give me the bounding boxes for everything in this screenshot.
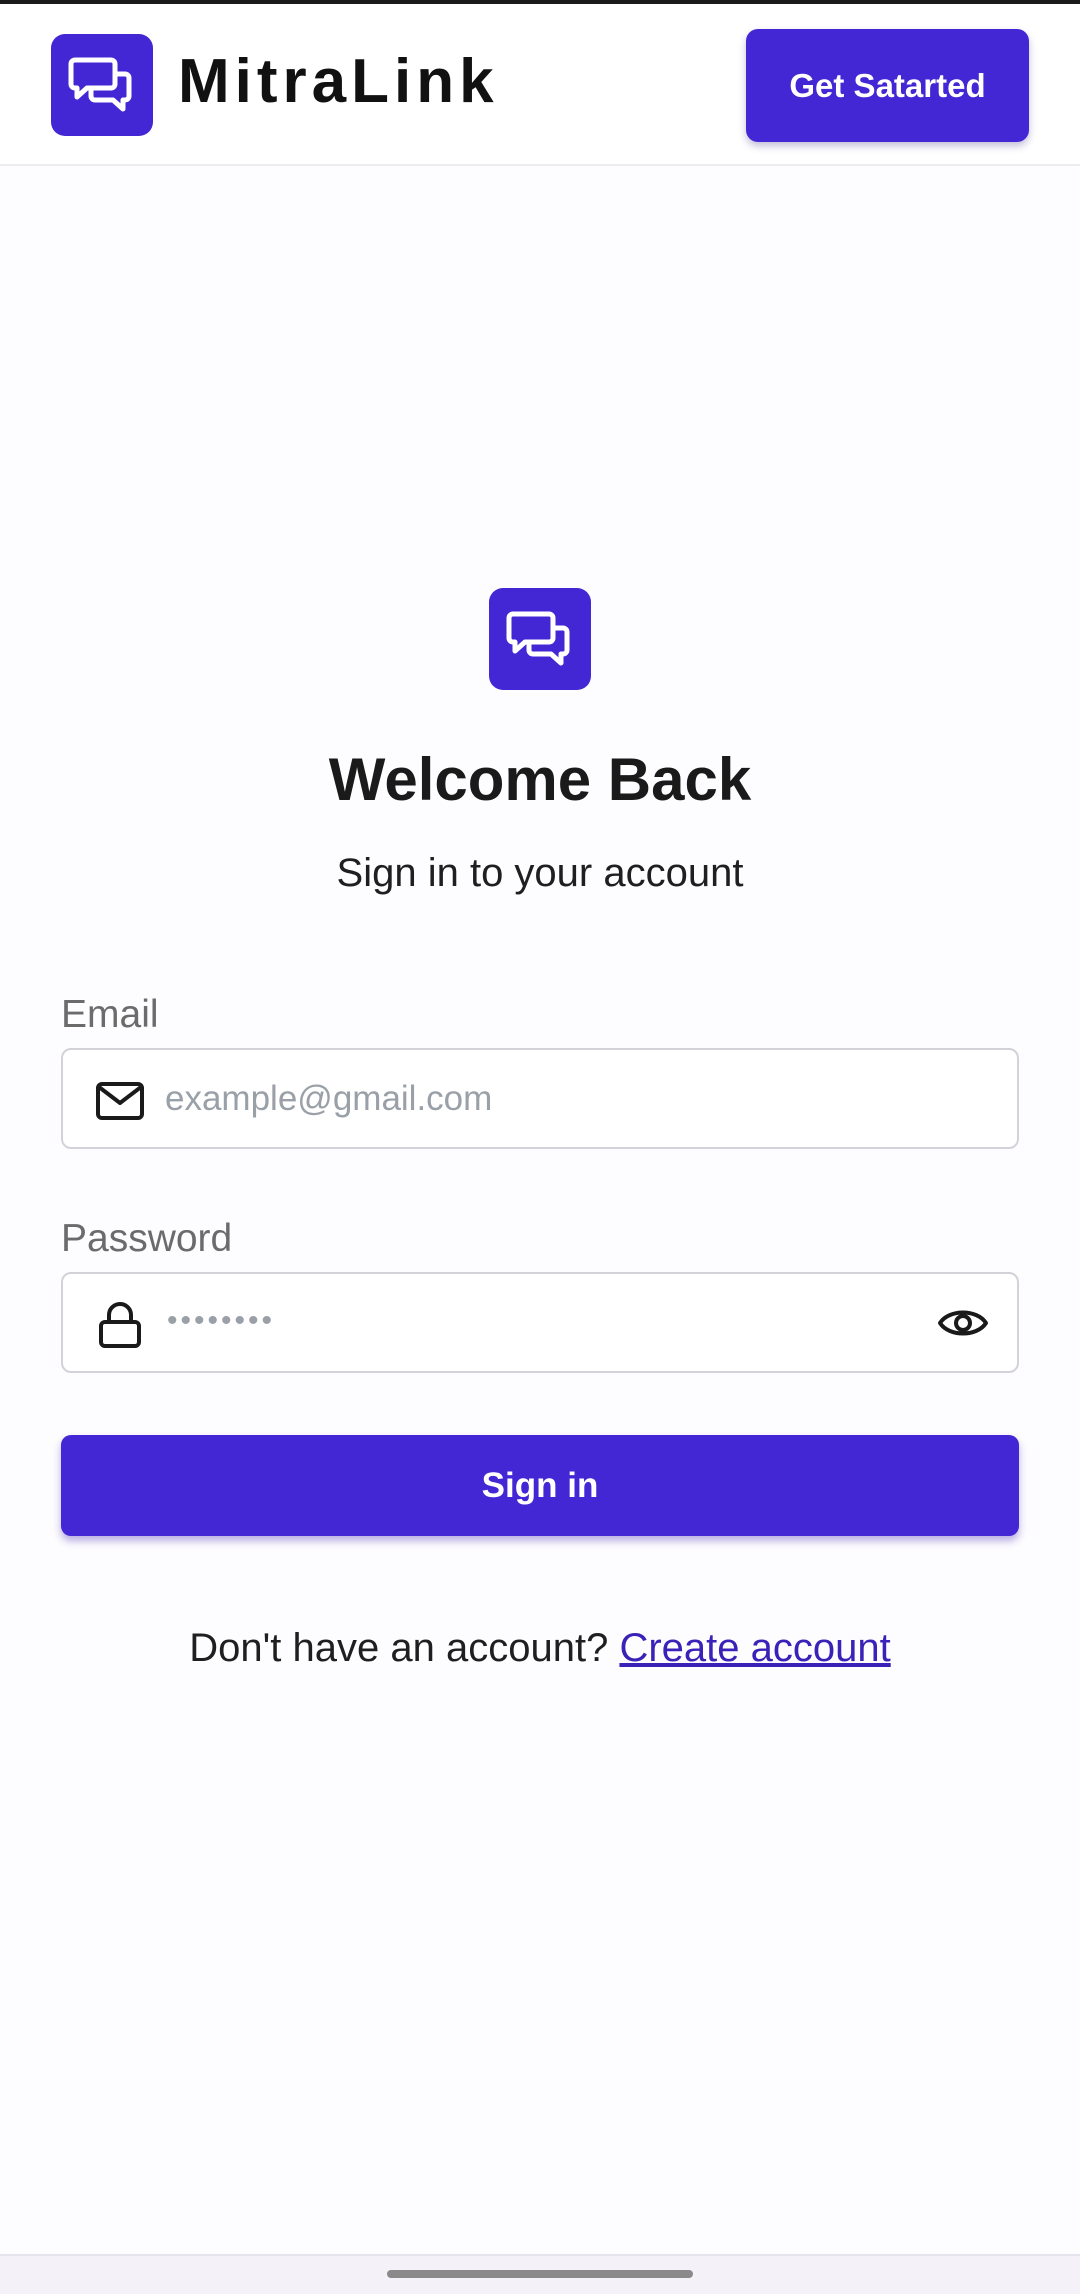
eye-icon[interactable]	[937, 1300, 989, 1346]
create-account-prompt: Don't have an account? Create account	[0, 1620, 1080, 1676]
home-indicator[interactable]	[387, 2270, 693, 2278]
brand-logo[interactable]	[51, 34, 153, 136]
page-title: Welcome Back	[328, 746, 752, 813]
get-started-button[interactable]: Get Satarted	[746, 29, 1029, 142]
email-field-container	[61, 1048, 1019, 1149]
system-nav-bar	[0, 2254, 1080, 2294]
sign-in-button[interactable]: Sign in	[61, 1435, 1019, 1536]
password-field[interactable]: ••••••••	[61, 1272, 1019, 1373]
page-subtitle: Sign in to your account	[336, 851, 744, 895]
no-account-text: Don't have an account?	[189, 1626, 609, 1670]
chat-bubbles-icon	[506, 611, 570, 666]
password-label: Password	[61, 1217, 233, 1260]
password-masked-value: ••••••••	[167, 1304, 276, 1337]
mail-icon	[95, 1078, 145, 1124]
chat-bubbles-icon	[68, 57, 132, 112]
app-header: MitraLink Get Satarted	[0, 4, 1080, 166]
create-account-link[interactable]: Create account	[619, 1626, 890, 1670]
brand-name: MitraLink	[178, 47, 499, 116]
hero-logo	[489, 588, 591, 690]
email-input[interactable]	[165, 1050, 925, 1147]
email-label: Email	[61, 993, 159, 1036]
lock-icon	[95, 1302, 145, 1348]
